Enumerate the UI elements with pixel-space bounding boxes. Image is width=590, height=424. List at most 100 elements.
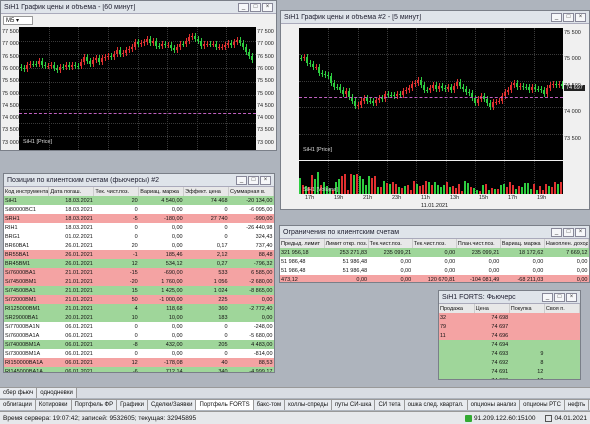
positions-row[interactable]: BR55BA1 26.01.2021 -1 185,46 2,12 88,48 <box>4 250 274 259</box>
tab-8[interactable]: путы СИ-шка <box>331 400 376 410</box>
minimize-icon[interactable]: _ <box>551 12 562 22</box>
tab-0[interactable]: облигации <box>0 400 36 410</box>
chart1-titlebar[interactable]: SiH1 График цены и объема - [60 минут] _… <box>1 1 276 14</box>
orderbook-row[interactable]: 74 693 9 <box>439 349 580 358</box>
positions-row[interactable]: RI145000BA1A 06.01.2021 -6 712,14 340 -4 999,… <box>4 367 274 372</box>
minimize-icon[interactable]: _ <box>542 292 553 302</box>
close-icon[interactable]: × <box>260 175 271 185</box>
positions-row[interactable]: SRH1 18.03.2021 -5 -180,00 27 740 -990,00 <box>4 214 274 223</box>
positions-row[interactable]: SR29000BA1 20.01.2021 10 10,00 183 0,00 <box>4 313 274 322</box>
positions-col-header[interactable]: Код инструмента <box>4 187 50 196</box>
volume-bar <box>485 183 487 194</box>
limits-row[interactable]: 321 956,18 253 271,83 235 099,21 0,00 235 09… <box>280 248 589 257</box>
tab-9[interactable]: СИ тета <box>375 400 405 410</box>
positions-cell: 0 <box>134 206 138 213</box>
minimize-icon[interactable]: _ <box>238 2 249 12</box>
orderbook-row[interactable]: 74 692 8 <box>439 358 580 367</box>
tab-7[interactable]: коллы-спреды <box>285 400 332 410</box>
positions-row[interactable]: Si77000BA1N 06.01.2021 0 0,00 0 -248,00 <box>4 322 274 331</box>
maximize-icon[interactable]: □ <box>563 227 574 237</box>
orderbook-row[interactable]: 74 69012 <box>439 376 580 379</box>
tab-6[interactable]: бакс-том <box>253 400 286 410</box>
tab-4[interactable]: Сделки/Заявки <box>147 400 197 410</box>
orderbook-row[interactable]: 32 74 698 <box>439 313 580 322</box>
close-icon[interactable]: × <box>575 12 586 22</box>
tab-1[interactable]: Котировки <box>35 400 72 410</box>
positions-row[interactable]: Si76000BA1A 06.01.2021 0 0,00 0 -5 680,00 <box>4 331 274 340</box>
orderbook-col-header[interactable]: Покупка <box>509 304 545 313</box>
orderbook-row[interactable]: 74 694 <box>439 340 580 349</box>
limits-row[interactable]: 51 986,48 51 986,48 0,00 0,00 0,00 0,00 0,00 <box>280 257 589 266</box>
tab-0[interactable]: сбер фьюч <box>0 388 38 398</box>
tab-2[interactable]: Портфель ФР <box>71 400 118 410</box>
positions-row[interactable]: SiH1 18.03.2021 20 4 540,00 74 468 -20 134,00 <box>4 196 274 205</box>
positions-row[interactable]: Si74500BM1 21.01.2021 -20 1 760,00 1 056 -2 6… <box>4 277 274 286</box>
positions-cell: 18.03.2021 <box>65 224 93 231</box>
close-icon[interactable]: × <box>566 292 577 302</box>
tab-10[interactable]: ошка след. квартал. <box>404 400 468 410</box>
limits-window[interactable]: Ограничения по клиентским счетам _ □ × Пре… <box>279 225 590 283</box>
positions-row[interactable]: Si74000BM1A 06.01.2021 -8 432,00 205 4 483,00 <box>4 340 274 349</box>
limits-col-header[interactable]: Лимит откр. поз. <box>324 239 369 248</box>
limits-col-header[interactable]: Накоплен. доход <box>544 239 589 248</box>
orderbook-row[interactable]: 11 74 696 <box>439 331 580 340</box>
interval-select[interactable]: M5 ▾ <box>3 16 33 25</box>
positions-window[interactable]: Позиции по клиентским счетам (фьючерсы) … <box>3 173 275 373</box>
tab-5[interactable]: Портфель FORTS <box>196 400 254 410</box>
orderbook-row[interactable]: 74 691 12 <box>439 367 580 376</box>
limits-row[interactable]: 51 986,48 51 986,48 0,00 0,00 0,00 0,00 0,00 <box>280 266 589 275</box>
price-chart-window-5min[interactable]: SiH1 График цены и объема #2 - [5 минут]… <box>280 10 590 210</box>
positions-row[interactable]: Si74500BA1 21.01.2021 15 1 425,00 1 024 -8 86… <box>4 286 274 295</box>
positions-row[interactable]: RI125000BM1 21.01.2021 4 118,68 360 -2 772,40 <box>4 304 274 313</box>
maximize-icon[interactable]: □ <box>563 12 574 22</box>
limits-titlebar[interactable]: Ограничения по клиентским счетам _ □ × <box>280 226 589 239</box>
minimize-icon[interactable]: _ <box>236 175 247 185</box>
positions-row[interactable]: Si73000BM1A 06.01.2021 0 0,00 0 -814,00 <box>4 349 274 358</box>
orderbook-row[interactable]: 79 74 697 <box>439 322 580 331</box>
chart1-plot[interactable] <box>19 27 256 150</box>
chart2-titlebar[interactable]: SiH1 График цены и объема #2 - [5 минут]… <box>281 11 589 24</box>
positions-titlebar[interactable]: Позиции по клиентским счетам (фьючерсы) … <box>4 174 274 187</box>
tab-3[interactable]: Графики <box>117 400 148 410</box>
positions-row[interactable]: BR60BA1 26.01.2021 20 0,00 0,17 737,40 <box>4 241 274 250</box>
orderbook-window[interactable]: SiH1 FORTS: Фьючерс _ □ × Продажа Цена Покуп… <box>438 290 581 380</box>
tab-13[interactable]: нефть <box>564 400 590 410</box>
limits-row[interactable]: 473,12 0,00 0,00 120 670,81 -104 081,49 -68 2… <box>280 275 589 282</box>
close-icon[interactable]: × <box>575 227 586 237</box>
minimize-icon[interactable]: _ <box>551 227 562 237</box>
orderbook-titlebar[interactable]: SiH1 FORTS: Фьючерс _ □ × <box>439 291 580 304</box>
close-icon[interactable]: × <box>262 2 273 12</box>
positions-row[interactable]: RI150000BA1A 06.01.2021 12 -178,08 40 88,53 <box>4 358 274 367</box>
positions-table-wrap[interactable]: Код инструмента Дата погаш. Тек. чист.поз.… <box>4 187 274 372</box>
chart2-plot[interactable] <box>299 28 563 160</box>
tab-1[interactable]: однодневки <box>37 388 77 398</box>
tab-11[interactable]: опционы анализ <box>467 400 521 410</box>
positions-row[interactable]: BRG1 01.02.2021 0 0,00 0 324,43 <box>4 232 274 241</box>
positions-col-header[interactable]: Тек. чист.поз. <box>93 187 140 196</box>
positions-col-header[interactable]: Дата погаш. <box>48 187 95 196</box>
orderbook-col-header[interactable]: Цена <box>474 304 510 313</box>
orderbook-col-header[interactable]: Своя п. <box>544 304 580 313</box>
positions-row[interactable]: Si72000BM1 21.01.2021 50 -1 000,00 225 0,00 <box>4 295 274 304</box>
limits-col-header[interactable]: Предыд. лимит <box>280 239 325 248</box>
y-tick-label: 77 500 <box>257 29 274 35</box>
positions-col-header[interactable]: Суммарная в. <box>228 187 274 196</box>
positions-col-header[interactable]: Вариац. маржа <box>138 187 185 196</box>
positions-row[interactable]: RIH1 18.03.2021 0 0,00 0 -26 440,98 <box>4 223 274 232</box>
positions-row[interactable]: Si80000BC1 18.03.2021 0 0,00 0 -6 095,00 <box>4 205 274 214</box>
maximize-icon[interactable]: □ <box>554 292 565 302</box>
chart2-volume[interactable] <box>299 161 563 194</box>
positions-row[interactable]: Si76000BA1 21.01.2021 -15 -690,00 533 6 585,0… <box>4 268 274 277</box>
tab-12[interactable]: опционы РТС <box>520 400 565 410</box>
limits-col-header[interactable]: Тек.чист.поз. <box>368 239 413 248</box>
limits-col-header[interactable]: Вариац. маржа <box>500 239 545 248</box>
price-chart-window-60min[interactable]: SiH1 График цены и объема - [60 минут] _… <box>0 0 277 151</box>
limits-col-header[interactable]: План.чист.поз. <box>456 239 501 248</box>
limits-col-header[interactable]: Тек.чист.поз. <box>412 239 457 248</box>
volume-bar <box>533 184 535 194</box>
positions-row[interactable]: BR45BM1 26.01.2021 12 534,12 0,27 -796,32 <box>4 259 274 268</box>
orderbook-col-header[interactable]: Продажа <box>439 304 475 313</box>
maximize-icon[interactable]: □ <box>248 175 259 185</box>
positions-col-header[interactable]: Эффект. цена <box>183 187 230 196</box>
maximize-icon[interactable]: □ <box>250 2 261 12</box>
